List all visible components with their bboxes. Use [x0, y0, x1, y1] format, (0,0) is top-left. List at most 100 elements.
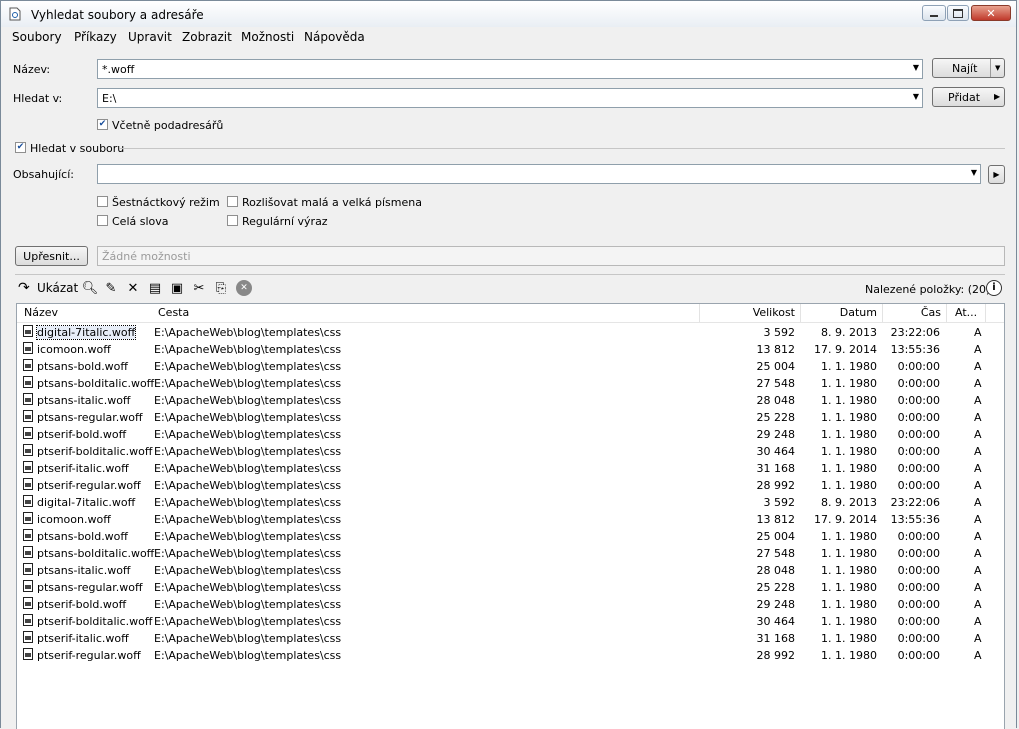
col-path-header[interactable]: Cesta — [158, 306, 189, 319]
table-row[interactable]: digital-7italic.woff E:\ApacheWeb\blog\te… — [17, 324, 1004, 341]
table-row[interactable]: ptsans-bold.woff E:\ApacheWeb\blog\templa… — [17, 528, 1004, 545]
chevron-down-icon[interactable]: ▼ — [995, 64, 1000, 72]
infile-checkbox[interactable]: ✔ — [15, 142, 26, 153]
hex-checkbox[interactable] — [97, 196, 108, 207]
cut-icon[interactable]: ✂ — [192, 281, 206, 296]
cell-time: 0:00:00 — [897, 479, 940, 492]
info-icon[interactable]: i — [986, 280, 1002, 296]
table-row[interactable]: ptsans-italic.woff E:\ApacheWeb\blog\temp… — [17, 562, 1004, 579]
cell-name: ptsans-bolditalic.woff — [37, 377, 155, 390]
close-button[interactable]: ✕ — [971, 5, 1011, 21]
name-combo[interactable]: *.woff ▼ — [97, 59, 923, 79]
menu-napoveda[interactable]: Nápověda — [304, 30, 365, 44]
copy-icon[interactable]: ⎘ — [214, 281, 228, 296]
table-row[interactable]: ptsans-italic.woff E:\ApacheWeb\blog\temp… — [17, 392, 1004, 409]
cell-time: 23:22:06 — [890, 496, 940, 509]
redo-arrow-icon[interactable]: ↷ — [18, 280, 30, 296]
cell-size: 31 168 — [756, 462, 796, 475]
col-divider[interactable] — [985, 304, 986, 322]
regex-label: Regulární výraz — [242, 215, 328, 228]
col-size-header[interactable]: Velikost — [739, 306, 795, 319]
cell-time: 0:00:00 — [897, 564, 940, 577]
chevron-down-icon[interactable]: ▼ — [913, 63, 919, 72]
cell-size: 28 992 — [756, 649, 796, 662]
col-divider[interactable] — [699, 304, 700, 322]
properties-icon[interactable]: ▤ — [148, 281, 162, 296]
cell-attr: A — [974, 530, 982, 543]
cell-size: 3 592 — [763, 496, 796, 509]
cell-attr: A — [974, 581, 982, 594]
table-row[interactable]: ptserif-bolditalic.woff E:\ApacheWeb\blog… — [17, 613, 1004, 630]
whole-words-checkbox[interactable] — [97, 215, 108, 226]
table-row[interactable]: ptsans-regular.woff E:\ApacheWeb\blog\tem… — [17, 579, 1004, 596]
cell-attr: A — [974, 377, 982, 390]
stop-icon[interactable]: ✕ — [236, 280, 252, 296]
chevron-right-icon: ▶ — [994, 92, 1001, 101]
table-row[interactable]: ptserif-bold.woff E:\ApacheWeb\blog\templ… — [17, 596, 1004, 613]
refine-button[interactable]: Upřesnit... — [15, 246, 88, 266]
cell-path: E:\ApacheWeb\blog\templates\css — [154, 547, 342, 560]
containing-combo[interactable]: ▼ — [97, 164, 981, 184]
table-row[interactable]: ptsans-regular.woff E:\ApacheWeb\blog\tem… — [17, 409, 1004, 426]
minimize-button[interactable] — [922, 5, 946, 21]
cell-name: ptserif-italic.woff — [37, 632, 129, 645]
add-button[interactable]: Přidat ▶ — [932, 87, 1005, 107]
menu-zobrazit[interactable]: Zobrazit — [182, 30, 232, 44]
subfolders-checkbox[interactable]: ✔ — [97, 119, 108, 130]
cell-path: E:\ApacheWeb\blog\templates\css — [154, 530, 342, 543]
menu-upravit[interactable]: Upravit — [128, 30, 172, 44]
table-row[interactable]: ptsans-bold.woff E:\ApacheWeb\blog\templa… — [17, 358, 1004, 375]
cell-path: E:\ApacheWeb\blog\templates\css — [154, 649, 342, 662]
menu-prikazy[interactable]: Příkazy — [74, 30, 117, 44]
cell-attr: A — [974, 496, 982, 509]
col-name-header[interactable]: Název — [24, 306, 58, 319]
cell-date: 1. 1. 1980 — [821, 360, 877, 373]
find-button[interactable]: Najít ▼ — [932, 58, 1005, 78]
results-list[interactable]: Název Cesta Velikost Datum Čas At... dig… — [16, 303, 1005, 729]
containing-more-button[interactable]: ▶ — [988, 165, 1005, 184]
table-row[interactable]: icomoon.woff E:\ApacheWeb\blog\templates\… — [17, 511, 1004, 528]
table-row[interactable]: ptserif-italic.woff E:\ApacheWeb\blog\tem… — [17, 460, 1004, 477]
refine-field[interactable]: Žádné možnosti — [97, 246, 1005, 266]
table-row[interactable]: ptserif-bolditalic.woff E:\ApacheWeb\blog… — [17, 443, 1004, 460]
show-button[interactable]: Ukázat — [37, 281, 78, 295]
case-checkbox[interactable] — [227, 196, 238, 207]
cell-size: 13 812 — [756, 513, 796, 526]
col-attr-header[interactable]: At... — [955, 306, 977, 319]
cell-time: 0:00:00 — [897, 360, 940, 373]
view-file-icon[interactable]: 🔍︎ — [82, 281, 99, 296]
css-file-icon — [23, 359, 33, 371]
lookin-label: Hledat v: — [13, 92, 63, 105]
cell-size: 27 548 — [756, 547, 796, 560]
table-row[interactable]: ptserif-regular.woff E:\ApacheWeb\blog\te… — [17, 477, 1004, 494]
col-divider[interactable] — [882, 304, 883, 322]
table-row[interactable]: icomoon.woff E:\ApacheWeb\blog\templates\… — [17, 341, 1004, 358]
chevron-down-icon[interactable]: ▼ — [913, 92, 919, 101]
cell-name: ptsans-bold.woff — [37, 360, 128, 373]
lookin-combo[interactable]: E:\ ▼ — [97, 88, 923, 108]
cell-size: 27 548 — [756, 377, 796, 390]
cell-attr: A — [974, 547, 982, 560]
edit-file-icon[interactable]: ✎ — [104, 281, 118, 296]
table-row[interactable]: digital-7italic.woff E:\ApacheWeb\blog\te… — [17, 494, 1004, 511]
regex-checkbox[interactable] — [227, 215, 238, 226]
css-file-icon — [23, 546, 33, 558]
table-row[interactable]: ptserif-regular.woff E:\ApacheWeb\blog\te… — [17, 647, 1004, 664]
col-time-header[interactable]: Čas — [887, 306, 941, 319]
css-file-icon — [23, 461, 33, 473]
col-divider[interactable] — [800, 304, 801, 322]
menu-moznosti[interactable]: Možnosti — [241, 30, 294, 44]
table-row[interactable]: ptserif-italic.woff E:\ApacheWeb\blog\tem… — [17, 630, 1004, 647]
table-row[interactable]: ptsans-bolditalic.woff E:\ApacheWeb\blog\… — [17, 545, 1004, 562]
table-row[interactable]: ptserif-bold.woff E:\ApacheWeb\blog\templ… — [17, 426, 1004, 443]
col-divider[interactable] — [946, 304, 947, 322]
delete-icon[interactable]: ✕ — [126, 281, 140, 296]
chevron-down-icon[interactable]: ▼ — [971, 168, 977, 177]
cell-name: ptserif-regular.woff — [37, 479, 141, 492]
cell-date: 1. 1. 1980 — [821, 394, 877, 407]
col-date-header[interactable]: Datum — [817, 306, 877, 319]
maximize-button[interactable] — [947, 5, 969, 21]
table-row[interactable]: ptsans-bolditalic.woff E:\ApacheWeb\blog\… — [17, 375, 1004, 392]
menu-soubory[interactable]: Soubory — [12, 30, 62, 44]
open-folder-icon[interactable]: ▣ — [170, 281, 184, 296]
